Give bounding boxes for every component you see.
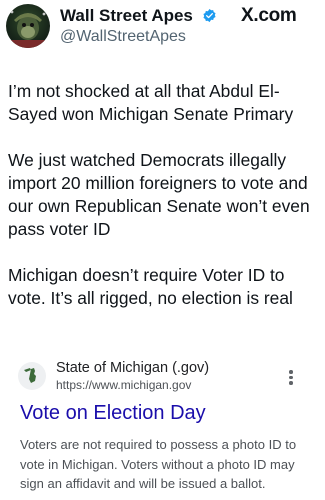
tweet-paragraph: We just watched Democrats illegally impo… bbox=[8, 150, 310, 239]
more-options-icon[interactable] bbox=[284, 368, 298, 388]
result-title-link[interactable]: Vote on Election Day bbox=[20, 402, 206, 425]
michigan-site-icon bbox=[18, 362, 46, 390]
display-name-text: Wall Street Apes bbox=[60, 6, 193, 25]
tweet-paragraph: I’m not shocked at all that Abdul El-Say… bbox=[8, 81, 294, 124]
search-result-card: State of Michigan (.gov) https://www.mic… bbox=[18, 358, 318, 500]
display-name[interactable]: Wall Street Apes bbox=[60, 6, 217, 26]
avatar[interactable] bbox=[6, 4, 50, 48]
ape-avatar-icon bbox=[8, 10, 48, 48]
tweet-paragraph: Michigan doesn’t require Voter ID to vot… bbox=[8, 265, 293, 308]
user-handle[interactable]: @WallStreetApes bbox=[60, 28, 186, 46]
tweet-header: Wall Street Apes @WallStreetApes X.com bbox=[0, 0, 325, 56]
site-name: State of Michigan (.gov) bbox=[56, 360, 210, 376]
tweet-body: I’m not shocked at all that Abdul El-Say… bbox=[8, 80, 320, 333]
michigan-map-icon bbox=[24, 368, 36, 383]
x-logo: X.com bbox=[241, 5, 297, 26]
site-url[interactable]: https://www.michigan.gov bbox=[56, 378, 191, 392]
verified-badge-icon bbox=[203, 8, 216, 23]
result-snippet: Voters are not required to possess a pho… bbox=[20, 437, 297, 491]
